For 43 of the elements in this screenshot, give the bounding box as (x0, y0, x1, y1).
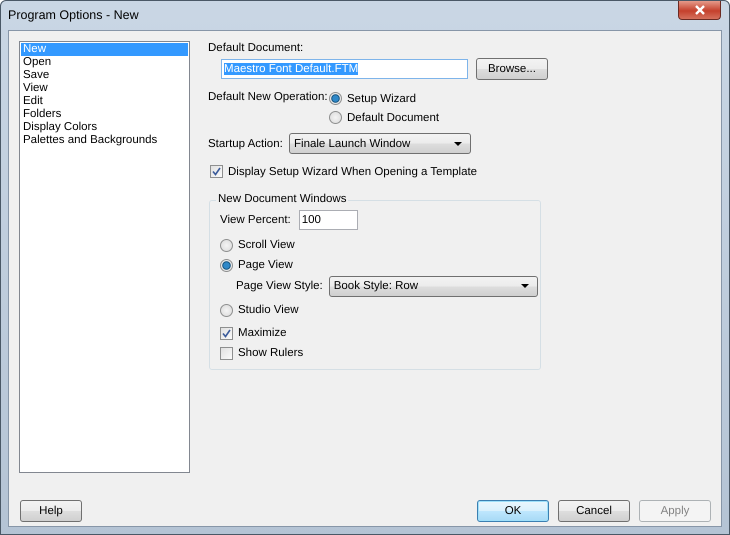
field-label: Page View Style: (236, 280, 323, 292)
page-view-style-dropdown[interactable]: Book Style: Row (328, 276, 538, 296)
close-icon (692, 5, 706, 15)
caret-icon (520, 284, 529, 288)
category-item[interactable]: Edit (21, 95, 188, 108)
close-button[interactable] (678, 1, 721, 20)
field-label: Startup Action: (208, 138, 284, 150)
category-item[interactable]: Display Colors (21, 121, 188, 134)
radio-label: Page View (238, 259, 293, 271)
radio-label: Default Document (347, 112, 440, 124)
field-label: Default Document: (208, 41, 304, 55)
category-item[interactable]: Folders (21, 108, 188, 121)
radio-button[interactable] (220, 304, 233, 316)
help-button[interactable]: Help (20, 500, 82, 522)
radio-button[interactable] (220, 258, 233, 272)
dialog-button[interactable]: OK (477, 500, 549, 522)
radio-button[interactable] (329, 92, 342, 105)
window-title: Program Options - New (8, 8, 139, 22)
checkmark-icon (222, 328, 231, 338)
field-label: View Percent: (220, 214, 291, 226)
caret-icon (454, 142, 462, 146)
checkbox[interactable] (220, 346, 233, 360)
radio-button[interactable] (220, 238, 233, 252)
category-item[interactable]: Palettes and Backgrounds (21, 134, 188, 147)
browse-button[interactable]: Browse... (476, 58, 548, 80)
checkbox[interactable] (220, 326, 233, 340)
category-item[interactable]: Open (21, 56, 188, 69)
view-percent-field[interactable]: 100 (298, 210, 358, 230)
startup-action-dropdown[interactable]: Finale Launch Window (289, 133, 471, 154)
category-item[interactable]: Save (21, 69, 188, 82)
checkbox-label: Show Rulers (238, 347, 304, 359)
checkmark-icon (212, 167, 221, 176)
group-title: New Document Windows (216, 193, 348, 205)
radio-label: Studio View (238, 304, 299, 316)
field-label: Default New Operation: (208, 91, 329, 103)
checkbox-label: Maximize (238, 327, 287, 339)
dialog-button[interactable]: Cancel (558, 500, 630, 522)
category-item[interactable]: View (21, 82, 188, 95)
checkbox-label: Display Setup Wizard When Opening a Template (228, 166, 478, 178)
radio-label: Setup Wizard (347, 92, 416, 104)
radio-button[interactable] (329, 111, 342, 124)
checkbox[interactable] (210, 165, 223, 178)
radio-label: Scroll View (238, 239, 295, 251)
